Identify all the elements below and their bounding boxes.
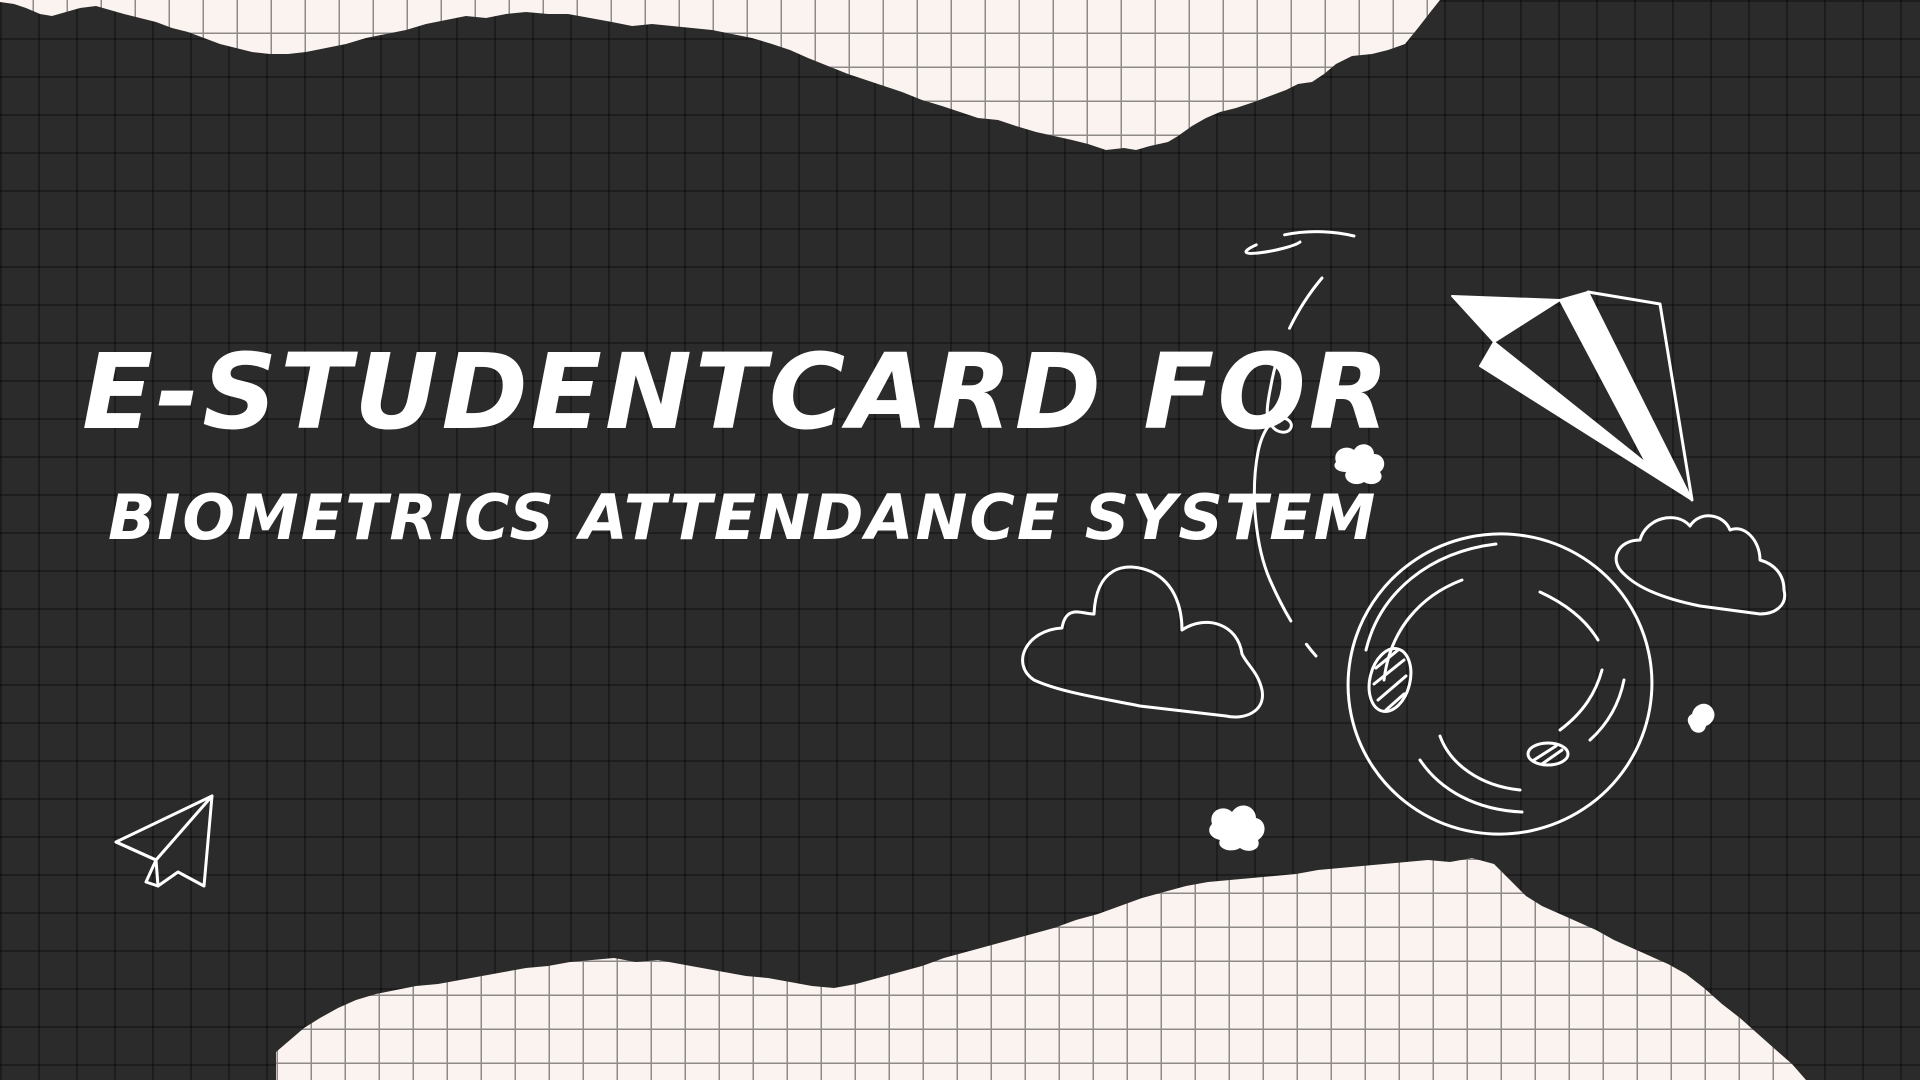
title-line-2: BIOMETRICS ATTENDANCE SYSTEM: [108, 481, 1378, 554]
title-line-1: E-STUDENTCARD FOR: [82, 331, 1392, 453]
title-slide: E-STUDENTCARD FOR BIOMETRICS ATTENDANCE …: [0, 0, 1920, 1080]
